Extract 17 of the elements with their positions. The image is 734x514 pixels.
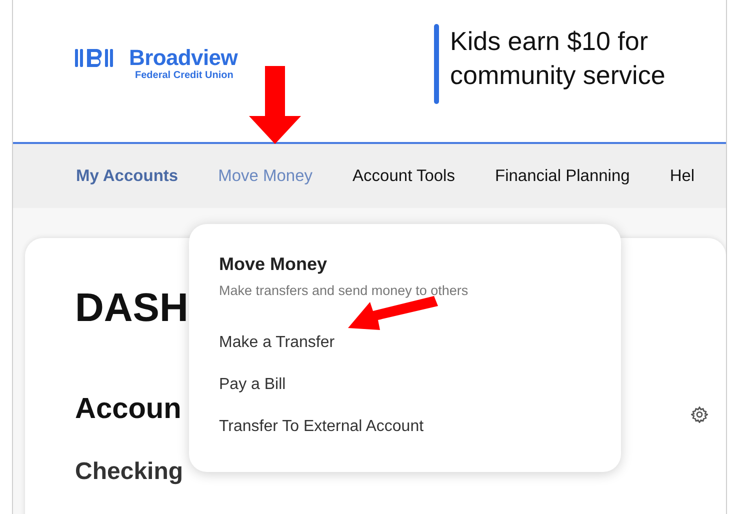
nav-tab[interactable]: Hel bbox=[670, 166, 695, 186]
promo-text: Kids earn $10 for community service bbox=[450, 25, 666, 92]
nav-tab[interactable]: Financial Planning bbox=[494, 166, 630, 186]
settings-icon[interactable] bbox=[691, 406, 708, 423]
menu-description: Make transfers and send money to others bbox=[219, 283, 468, 298]
nav-tab[interactable]: Account Tools bbox=[352, 166, 455, 186]
nav-tab[interactable]: My Accounts bbox=[76, 166, 178, 186]
logo-subtitle: Federal Credit Union bbox=[135, 70, 234, 81]
down-arrow-icon bbox=[249, 66, 301, 144]
menu-title: Move Money bbox=[219, 254, 328, 275]
section-heading: Accoun bbox=[75, 393, 182, 426]
logo-name: Broadview bbox=[129, 45, 238, 70]
dashboard-title: DASH bbox=[75, 286, 188, 331]
subsection-heading: Checking bbox=[75, 458, 184, 486]
menu-item[interactable]: Transfer To External Account bbox=[219, 418, 424, 436]
menu-item[interactable]: Make a Transfer bbox=[219, 334, 335, 352]
menu-item[interactable]: Pay a Bill bbox=[219, 376, 286, 394]
